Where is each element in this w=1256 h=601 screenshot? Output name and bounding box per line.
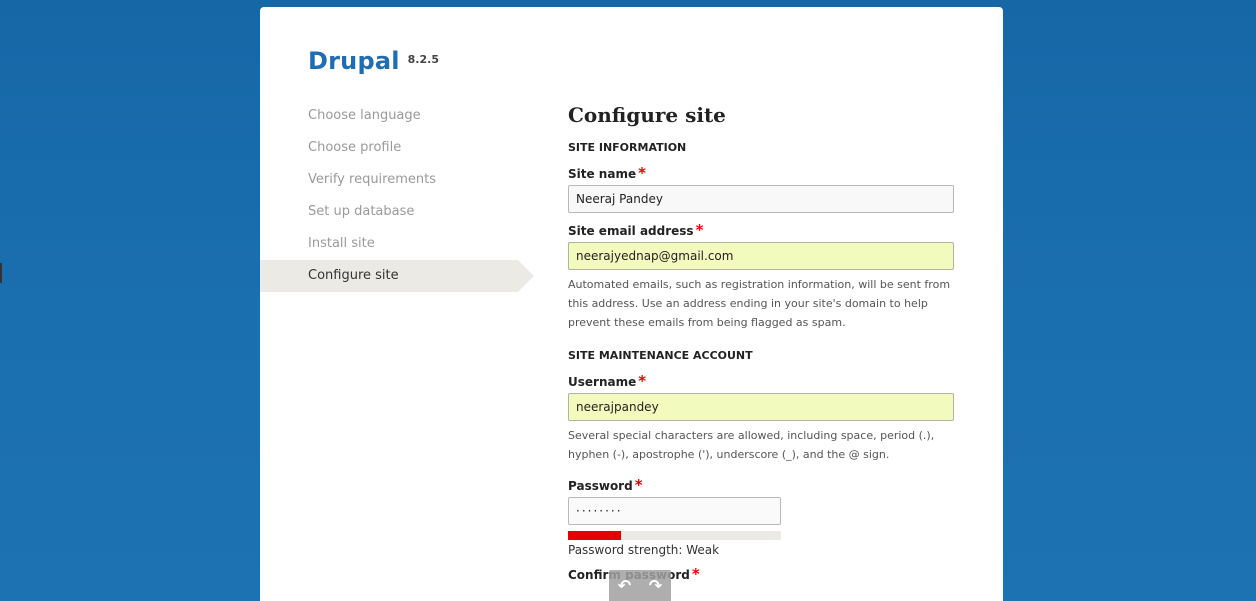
required-mark: * (638, 164, 646, 182)
required-mark: * (695, 221, 704, 239)
site-name-input[interactable] (568, 185, 954, 213)
password-input[interactable] (568, 497, 781, 525)
step-choose-language: Choose language (308, 108, 421, 123)
undo-icon[interactable]: ↶ (618, 576, 631, 595)
site-name-field: Site name * (568, 164, 958, 213)
drupal-version: 8.2.5 (407, 53, 439, 66)
redo-icon[interactable]: ↷ (649, 576, 662, 595)
undo-redo-overlay: ↶ ↷ (609, 570, 671, 601)
step-configure-site: Configure site (260, 260, 534, 292)
section-site-information: SITE INFORMATION (568, 141, 687, 154)
password-label: Password * (568, 476, 643, 494)
required-mark: * (638, 372, 647, 390)
username-field: Username* Several special characters are… (568, 372, 958, 464)
site-email-field: Site email address* Automated emails, su… (568, 221, 958, 332)
section-maintenance-account: SITE MAINTENANCE ACCOUNT (568, 349, 753, 362)
username-input[interactable] (568, 393, 954, 421)
install-steps: Choose language Choose profile Verify re… (260, 100, 536, 292)
window-edge-marker (0, 263, 2, 283)
password-strength-fill (568, 531, 622, 540)
password-strength-meter (568, 531, 781, 540)
required-mark: * (691, 565, 700, 583)
configure-form: Configure site SITE INFORMATION Site nam… (568, 103, 958, 583)
site-name-label: Site name * (568, 164, 646, 182)
step-choose-profile: Choose profile (308, 140, 402, 155)
step-install-site: Install site (308, 236, 375, 251)
site-email-description: Automated emails, such as registration i… (568, 278, 951, 329)
site-email-input[interactable] (568, 242, 954, 270)
step-verify-requirements: Verify requirements (308, 172, 437, 187)
username-description: Several special characters are allowed, … (568, 429, 935, 461)
required-mark: * (634, 476, 643, 494)
username-label: Username * (568, 372, 647, 390)
password-strength-text: Password strength: Weak (568, 543, 720, 557)
brand: Drupal 8.2.5 (308, 47, 439, 75)
drupal-logo-text: Drupal (308, 47, 400, 75)
password-field: Password* Password strength: Weak (568, 476, 958, 557)
step-set-up-database: Set up database (308, 204, 415, 219)
installer-card: Drupal 8.2.5 Choose language Choose prof… (260, 7, 1003, 601)
page-title: Configure site (568, 103, 726, 127)
site-email-label: Site email address * (568, 221, 704, 239)
